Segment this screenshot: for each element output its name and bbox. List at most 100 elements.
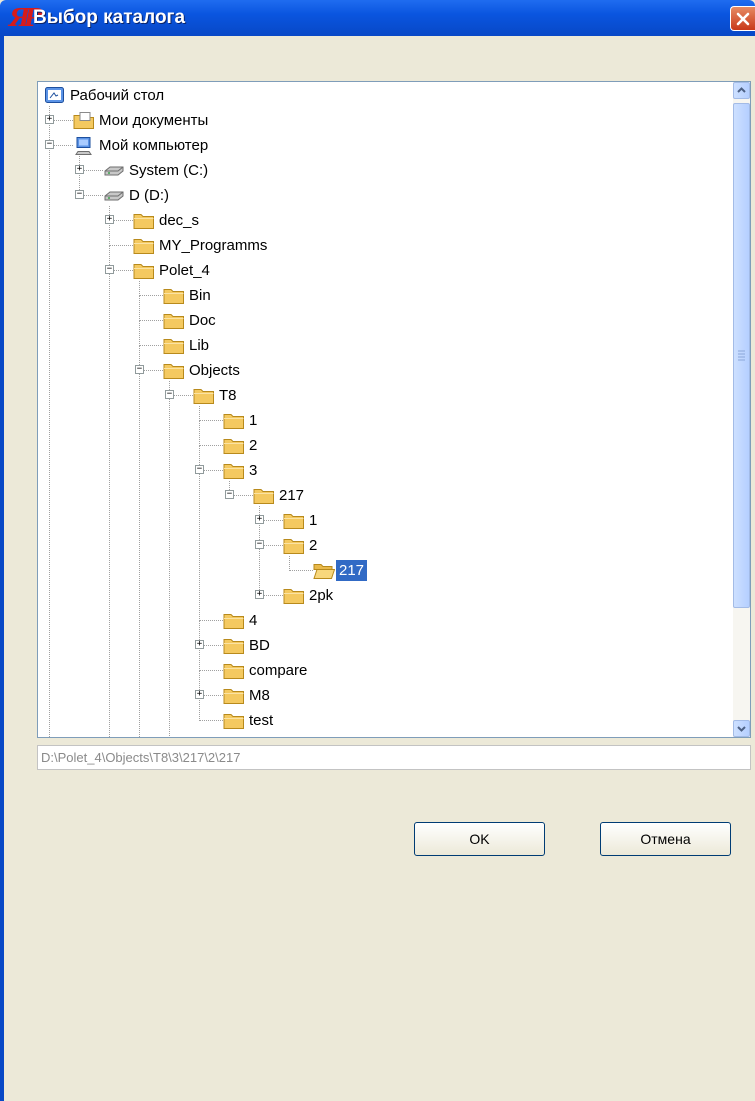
collapse-toggle[interactable]: − [135,365,144,374]
expand-toggle[interactable]: + [255,590,264,599]
tree-node-label[interactable]: 2 [246,435,260,456]
collapse-toggle[interactable]: − [255,540,264,549]
collapse-toggle[interactable]: − [45,140,54,149]
folder-open-icon [313,561,336,580]
folder-tree[interactable]: Рабочий стол + Мои документы − Мой компьютер… [37,81,751,738]
tree-node[interactable]: − 217 [38,484,710,508]
tree-node-label[interactable]: dec_s [156,210,202,231]
tree-node[interactable]: Doc [38,309,710,333]
tree-node[interactable]: −2 [38,534,710,558]
tree-node-label[interactable]: Polet_4 [156,260,213,281]
folder-icon [253,486,275,505]
tree-connector-line [199,445,223,446]
tree-node-label[interactable]: D (D:) [126,185,172,206]
tree-node-label[interactable]: Рабочий стол [67,85,167,106]
ok-button[interactable]: OK [414,822,545,856]
collapse-toggle[interactable]: − [225,490,234,499]
tree-node-label[interactable]: Tasks [216,735,260,737]
tree-node-label[interactable]: 2pk [306,585,336,606]
tree-node-label[interactable]: MY_Programms [156,235,270,256]
tree-node-label[interactable]: M8 [246,685,273,706]
folder-icon [223,436,245,455]
expand-toggle[interactable]: + [105,215,114,224]
tree-node-label[interactable]: Мой компьютер [96,135,211,156]
tree-connector-line [139,320,163,321]
folder-icon [223,661,245,680]
tree-node[interactable]: test [38,709,710,733]
tree-node-label[interactable]: Bin [186,285,214,306]
tree-node-label[interactable]: System (C:) [126,160,211,181]
expand-toggle[interactable]: + [195,690,204,699]
close-icon [736,12,750,26]
tree-node[interactable]: compare [38,659,710,683]
tree-node[interactable]: Bin [38,284,710,308]
tree-node-label[interactable]: 1 [246,410,260,431]
tree-node-label[interactable]: 2 [306,535,320,556]
tree-node-label[interactable]: 3 [246,460,260,481]
tree-node[interactable]: +Tasks [38,734,710,737]
expand-toggle[interactable]: + [255,515,264,524]
tree-node-label[interactable]: Lib [186,335,212,356]
tree-node[interactable]: MY_Programms [38,234,710,258]
tree-node[interactable]: + M8 [38,684,710,708]
tree-node[interactable]: 1 [38,409,710,433]
tree-connector-line [139,295,163,296]
tree-node[interactable]: Рабочий стол [38,84,710,108]
tree-node-label[interactable]: BD [246,635,273,656]
tree-node-label[interactable]: compare [246,660,310,681]
tree-node[interactable]: − D (D:) [38,184,710,208]
tree-node[interactable]: + dec_s [38,209,710,233]
collapse-toggle[interactable]: − [75,190,84,199]
tree-node-label[interactable]: 217 [276,485,307,506]
tree-node[interactable]: − Мой компьютер [38,134,710,158]
drive-icon [103,161,125,180]
tree-node[interactable]: −3 [38,459,710,483]
chevron-down-icon [737,726,746,732]
grip-icon [738,350,745,361]
collapse-toggle[interactable]: − [105,265,114,274]
tree-node-label[interactable]: 4 [246,610,260,631]
expand-toggle[interactable]: + [45,115,54,124]
tree-node-label[interactable]: test [246,710,276,731]
tree-node[interactable]: Lib [38,334,710,358]
title-bar[interactable]: ЯР Выбор каталога [0,0,755,36]
tree-node-label[interactable]: 217 [336,560,368,581]
collapse-toggle[interactable]: − [195,465,204,474]
tree-node[interactable]: − Polet_4 [38,259,710,283]
tree-node[interactable]: +2pk [38,584,710,608]
tree-node[interactable]: + BD [38,634,710,658]
tree-connector-line [199,420,223,421]
tree-node[interactable]: 2 [38,434,710,458]
tree-content: Рабочий стол + Мои документы − Мой компьютер… [38,82,710,737]
tree-node[interactable]: 217 [38,559,710,583]
tree-node-label[interactable]: T8 [216,385,240,406]
tree-node[interactable]: − Objects [38,359,710,383]
expand-toggle[interactable]: + [195,640,204,649]
scroll-up-button[interactable] [733,82,750,99]
folder-icon [133,236,155,255]
folder-icon [133,211,155,230]
selected-path-field[interactable]: D:\Polet_4\Objects\T8\3\217\2\217 [37,745,751,770]
tree-node-label[interactable]: Doc [186,310,219,331]
scroll-down-button[interactable] [733,720,750,737]
folder-icon [223,686,245,705]
cancel-button[interactable]: Отмена [600,822,731,856]
tree-connector-line [109,245,133,246]
collapse-toggle[interactable]: − [165,390,174,399]
tree-node-label[interactable]: 1 [306,510,320,531]
folder-icon [223,711,245,730]
tree-node[interactable]: + Мои документы [38,109,710,133]
tree-node[interactable]: 4 [38,609,710,633]
tree-node[interactable]: +1 [38,509,710,533]
tree-node[interactable]: + System (C:) [38,159,710,183]
scroll-thumb[interactable] [733,103,750,608]
tree-node-label[interactable]: Objects [186,360,243,381]
close-button[interactable] [730,6,755,31]
vertical-scrollbar[interactable] [733,82,750,737]
tree-connector-line [139,345,163,346]
tree-node-label[interactable]: Мои документы [96,110,211,131]
expand-toggle[interactable]: + [75,165,84,174]
tree-node[interactable]: − T8 [38,384,710,408]
folder-icon [163,336,185,355]
tree-connector-line [199,670,223,671]
